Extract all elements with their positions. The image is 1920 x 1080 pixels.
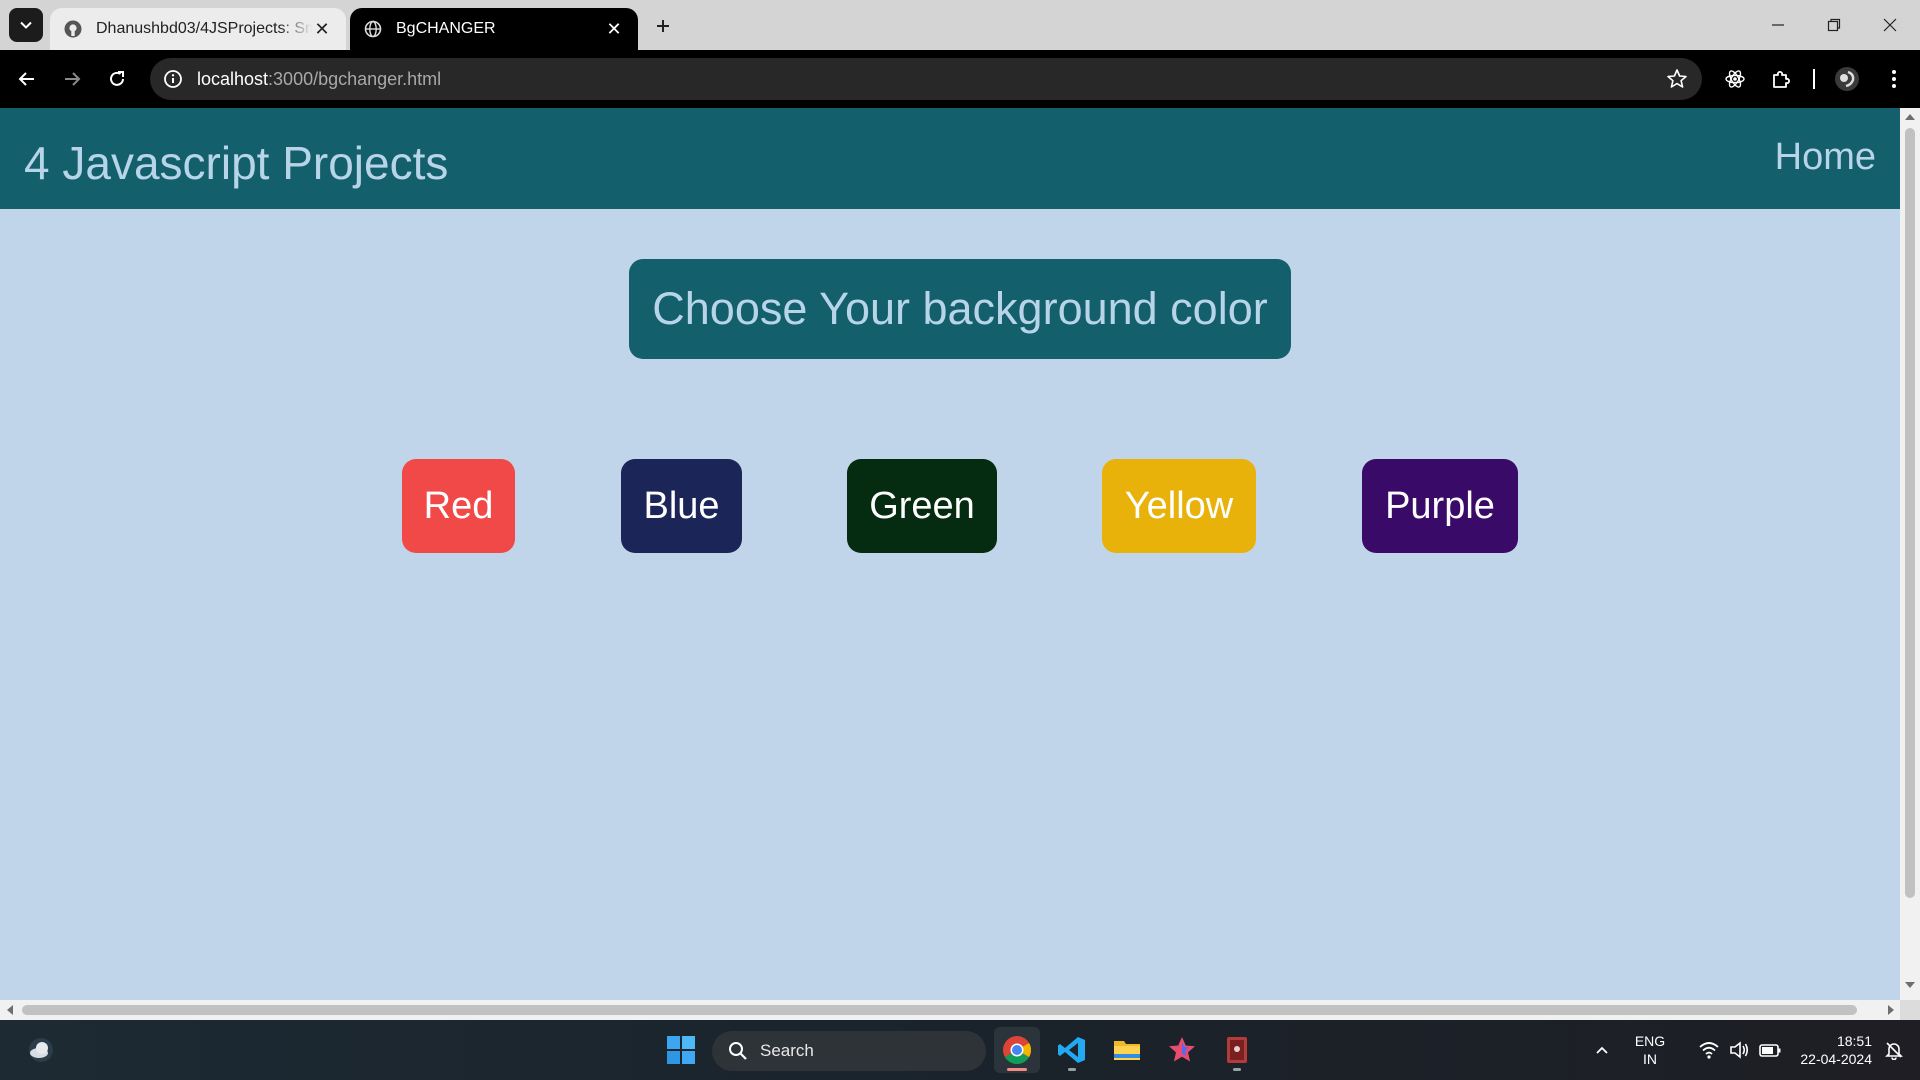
avatar-icon [1835, 67, 1859, 91]
chevron-down-icon [20, 21, 32, 29]
react-devtools-extension[interactable] [1715, 59, 1755, 99]
tab-search-button[interactable] [9, 8, 43, 42]
running-app-indicator [1068, 1068, 1076, 1071]
new-tab-button[interactable] [647, 10, 679, 42]
input-language-indicator[interactable]: ENG IN [1627, 1032, 1673, 1068]
github-icon [64, 20, 82, 38]
back-button[interactable] [7, 59, 47, 99]
url-path: :3000/bgchanger.html [268, 68, 442, 89]
reload-button[interactable] [97, 59, 137, 99]
toolbar-separator [1813, 69, 1815, 89]
scrollbar-corner [1900, 1000, 1920, 1020]
page-heading: Choose Your background color [629, 259, 1291, 359]
red-button[interactable]: Red [402, 459, 515, 553]
yellow-button[interactable]: Yellow [1102, 459, 1256, 553]
weather-cloud-icon [29, 1038, 53, 1062]
scroll-down-icon[interactable] [1905, 982, 1915, 988]
clock-date: 22-04-2024 [1800, 1051, 1872, 1067]
scroll-left-icon[interactable] [7, 1005, 13, 1015]
site-navbar: 4 Javascript Projects Home [0, 108, 1900, 209]
blue-button[interactable]: Blue [621, 459, 742, 553]
chevron-up-icon [1596, 1046, 1608, 1054]
extensions-button[interactable] [1761, 59, 1801, 99]
arrow-right-icon [65, 72, 81, 86]
url-text[interactable]: localhost:3000/bgchanger.html [197, 69, 441, 90]
clock-time: 18:51 [1836, 1033, 1872, 1049]
minimize-icon [1772, 24, 1784, 26]
battery-icon [1759, 1044, 1781, 1057]
horizontal-scroll-thumb[interactable] [22, 1005, 1857, 1015]
address-bar[interactable]: localhost:3000/bgchanger.html [150, 58, 1702, 100]
chrome-menu-button[interactable] [1874, 59, 1914, 99]
search-placeholder: Search [760, 1041, 814, 1060]
taskbar-file-explorer[interactable] [1104, 1027, 1150, 1073]
url-host: localhost [197, 68, 269, 89]
vertical-scrollbar[interactable] [1900, 108, 1920, 1000]
site-info-icon[interactable] [162, 68, 184, 90]
close-icon [1883, 18, 1897, 32]
close-window-button[interactable] [1862, 0, 1918, 50]
site-brand[interactable]: 4 Javascript Projects [24, 136, 448, 190]
forward-button[interactable] [52, 59, 92, 99]
arrow-left-icon [18, 72, 34, 86]
tab-github[interactable]: Dhanushbd03/4JSProjects: Sm ✕ [50, 8, 346, 50]
restore-icon [1827, 18, 1841, 32]
green-button[interactable]: Green [847, 459, 997, 553]
puzzle-icon [1773, 71, 1790, 88]
restore-button[interactable] [1806, 0, 1862, 50]
chrome-icon [1003, 1036, 1031, 1064]
scroll-up-icon[interactable] [1905, 114, 1915, 120]
scroll-right-icon[interactable] [1888, 1005, 1894, 1015]
windows-taskbar: Search ENG IN 18:51 22-04-2024 [0, 1020, 1920, 1080]
notification-bell-icon [1885, 1042, 1903, 1060]
tab-strip: Dhanushbd03/4JSProjects: Sm ✕ BgCHANGER … [0, 0, 1920, 50]
bookmark-star-icon[interactable] [1666, 68, 1688, 90]
page-viewport: 4 Javascript Projects Home Choose Your b… [0, 108, 1900, 1000]
plus-icon [657, 20, 669, 32]
tab-title: BgCHANGER [396, 20, 496, 37]
horizontal-scrollbar[interactable] [0, 1000, 1900, 1020]
close-tab-icon[interactable]: ✕ [312, 19, 332, 39]
home-link[interactable]: Home [1775, 136, 1876, 179]
active-app-indicator [1007, 1068, 1027, 1071]
vertical-scroll-thumb[interactable] [1905, 128, 1915, 898]
taskbar-chrome[interactable] [994, 1027, 1040, 1073]
weather-widget[interactable] [18, 1027, 64, 1073]
running-app-indicator [1233, 1068, 1241, 1071]
show-hidden-icons-button[interactable] [1579, 1027, 1625, 1073]
search-icon [729, 1042, 747, 1060]
taskbar-search-box[interactable]: Search [712, 1031, 986, 1071]
wifi-icon [1699, 1042, 1719, 1059]
globe-icon [364, 20, 382, 38]
profile-button[interactable] [1827, 59, 1867, 99]
paint-icon [1169, 1037, 1195, 1062]
purple-button[interactable]: Purple [1362, 459, 1518, 553]
tab-title: Dhanushbd03/4JSProjects: Sm [96, 20, 312, 37]
close-tab-icon[interactable]: ✕ [604, 19, 624, 39]
browser-toolbar: localhost:3000/bgchanger.html [0, 50, 1920, 108]
vscode-icon [1058, 1037, 1085, 1063]
taskbar-paint-app[interactable] [1159, 1027, 1205, 1073]
region-code: IN [1643, 1051, 1657, 1067]
clock[interactable]: 18:51 22-04-2024 [1782, 1032, 1872, 1068]
reload-icon [110, 71, 124, 86]
windows-logo-icon [667, 1036, 695, 1064]
volume-icon [1730, 1041, 1749, 1059]
taskbar-app[interactable] [1214, 1027, 1260, 1073]
language-code: ENG [1634, 1033, 1666, 1049]
taskbar-vscode[interactable] [1049, 1027, 1095, 1073]
file-explorer-icon [1114, 1041, 1140, 1060]
tab-bgchanger[interactable]: BgCHANGER ✕ [350, 8, 638, 50]
terminal-icon [1227, 1037, 1247, 1063]
start-button[interactable] [658, 1027, 704, 1073]
atom-icon [1725, 70, 1745, 88]
minimize-button[interactable] [1750, 0, 1806, 50]
more-vertical-icon [1892, 70, 1896, 88]
notifications-button[interactable] [1874, 1027, 1914, 1073]
